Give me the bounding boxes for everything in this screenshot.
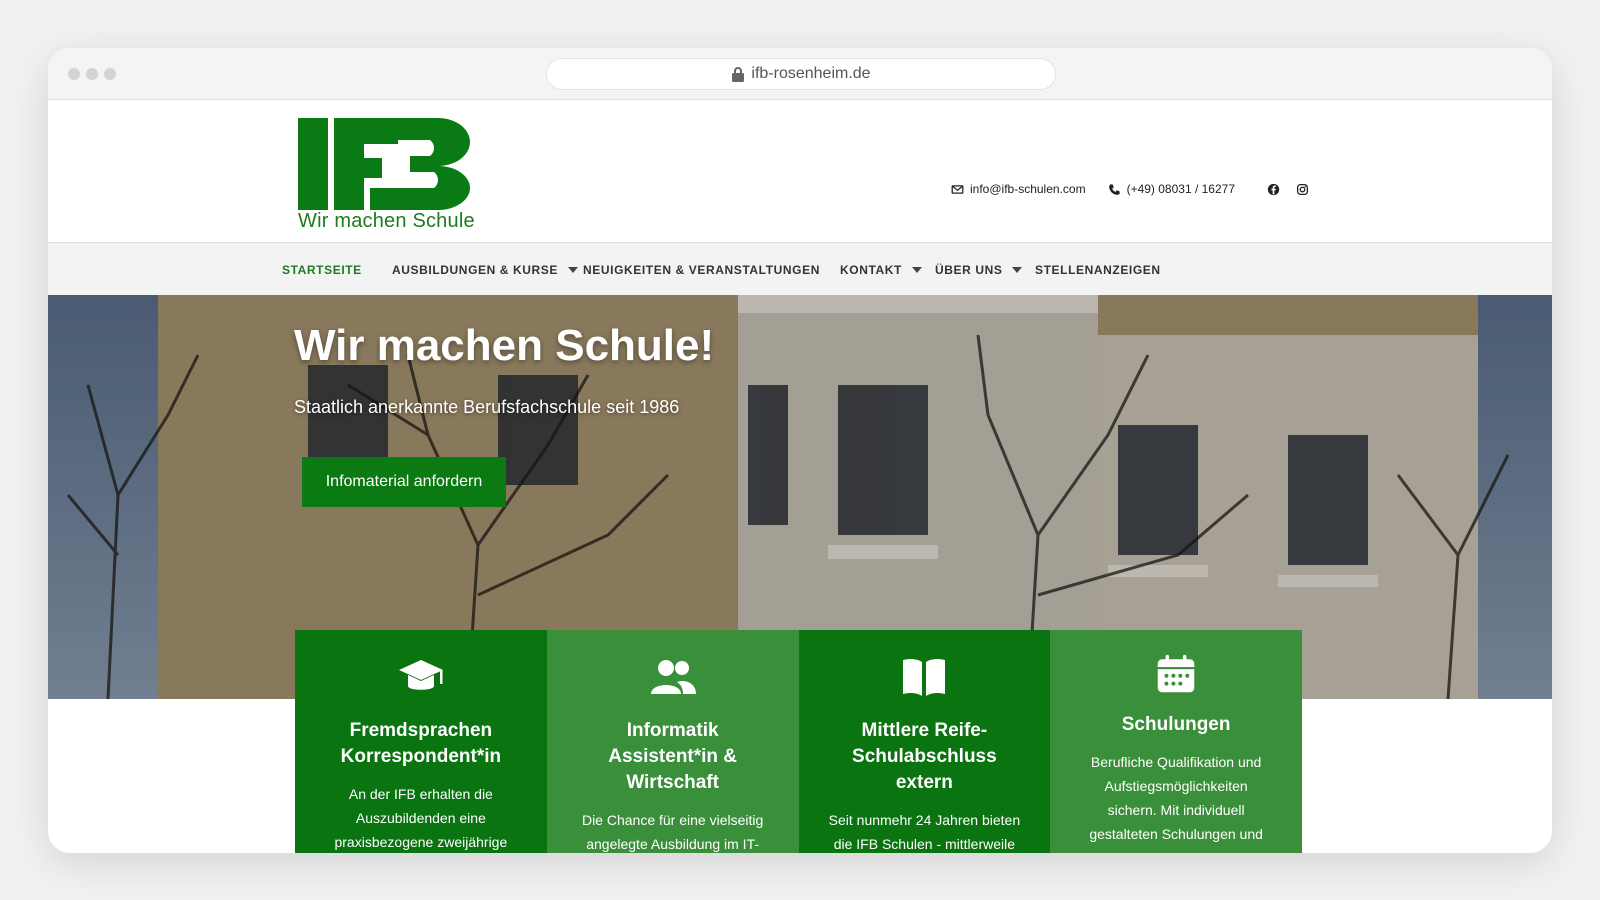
card-text: Berufliche Qualifikation und Aufstiegsmö… xyxy=(1089,754,1263,853)
window-dot-minimize[interactable] xyxy=(86,68,98,80)
contact-phone[interactable]: (+49) 08031 / 16277 xyxy=(1108,182,1235,196)
logo-tagline: Wir machen Schule xyxy=(298,210,475,232)
card-mittlere-reife[interactable]: Mittlere Reife-Schulabschluss extern Sei… xyxy=(798,630,1051,853)
card-informatik[interactable]: Informatik Assistent*in & Wirtschaft Die… xyxy=(546,630,799,853)
nav-label: AUSBILDUNGEN & KURSE xyxy=(392,262,559,277)
nav-label: ÜBER UNS xyxy=(935,262,1003,277)
nav-label: NEUIGKEITEN & VERANSTALTUNGEN xyxy=(583,262,820,277)
phone-text: (+49) 08031 / 16277 xyxy=(1126,182,1235,196)
card-title: Schulungen xyxy=(1121,714,1231,735)
browser-window: ifb-rosenheim.de Wir machen Schule info@… xyxy=(48,48,1552,853)
card-fremdsprachen[interactable]: Fremdsprachen Korrespondent*in An der IF… xyxy=(295,630,547,853)
card-text: An der IFB erhalten die Auszubildenden e… xyxy=(334,786,508,850)
nav-item-startseite[interactable]: STARTSEITE xyxy=(282,243,362,296)
address-bar[interactable]: ifb-rosenheim.de xyxy=(546,58,1056,90)
nav-label: KONTAKT xyxy=(840,262,902,277)
card-title: Informatik Assistent*in & Wirtschaft xyxy=(608,720,738,793)
chevron-down-icon xyxy=(568,266,579,273)
card-schulungen[interactable]: Schulungen Berufliche Qualifikation und … xyxy=(1050,630,1302,853)
main-navigation: STARTSEITE AUSBILDUNGEN & KURSE NEUIGKEI… xyxy=(48,242,1552,295)
nav-label: STELLENANZEIGEN xyxy=(1035,262,1161,277)
window-dot-maximize[interactable] xyxy=(104,68,116,80)
chevron-down-icon xyxy=(911,266,922,273)
infomaterial-button[interactable]: Infomaterial anfordern xyxy=(302,457,506,507)
nav-item-ueber-uns[interactable]: ÜBER UNS xyxy=(935,243,1023,296)
graduation-cap-icon xyxy=(398,660,443,690)
lock-icon xyxy=(732,67,745,82)
open-book-icon xyxy=(903,658,946,696)
nav-item-neuigkeiten[interactable]: NEUIGKEITEN & VERANSTALTUNGEN xyxy=(583,243,820,296)
phone-icon xyxy=(1108,183,1120,195)
email-text: info@ifb-schulen.com xyxy=(970,182,1086,196)
contact-bar: info@ifb-schulen.com (+49) 08031 / 16277 xyxy=(951,182,1309,196)
hero-title: Wir machen Schule! xyxy=(294,321,715,370)
users-icon xyxy=(650,660,696,694)
site-header: Wir machen Schule info@ifb-schulen.com (… xyxy=(48,100,1552,242)
nav-item-stellenanzeigen[interactable]: STELLENANZEIGEN xyxy=(1035,243,1161,296)
course-cards: Fremdsprachen Korrespondent*in An der IF… xyxy=(295,630,1302,853)
calendar-icon xyxy=(1157,654,1195,693)
card-title: Fremdsprachen Korrespondent*in xyxy=(340,720,502,767)
card-text: Seit nunmehr 24 Jahren bieten die IFB Sc… xyxy=(828,812,1021,852)
chevron-down-icon xyxy=(1012,266,1023,273)
card-text: Die Chance für eine vielseitig angelegte… xyxy=(581,812,764,852)
nav-item-ausbildungen[interactable]: AUSBILDUNGEN & KURSE xyxy=(392,243,579,296)
browser-chrome: ifb-rosenheim.de xyxy=(48,48,1552,100)
window-dot-close[interactable] xyxy=(68,68,80,80)
nav-item-kontakt[interactable]: KONTAKT xyxy=(840,243,922,296)
envelope-icon xyxy=(951,184,964,194)
window-controls xyxy=(68,68,116,80)
card-title: Mittlere Reife-Schulabschluss extern xyxy=(852,720,997,793)
instagram-icon[interactable] xyxy=(1296,183,1309,196)
hero-subtitle: Staatlich anerkannte Berufsfachschule se… xyxy=(294,397,680,417)
url-text: ifb-rosenheim.de xyxy=(751,65,871,82)
contact-email[interactable]: info@ifb-schulen.com xyxy=(951,182,1086,196)
facebook-icon[interactable] xyxy=(1267,183,1280,196)
nav-label: STARTSEITE xyxy=(282,262,362,277)
